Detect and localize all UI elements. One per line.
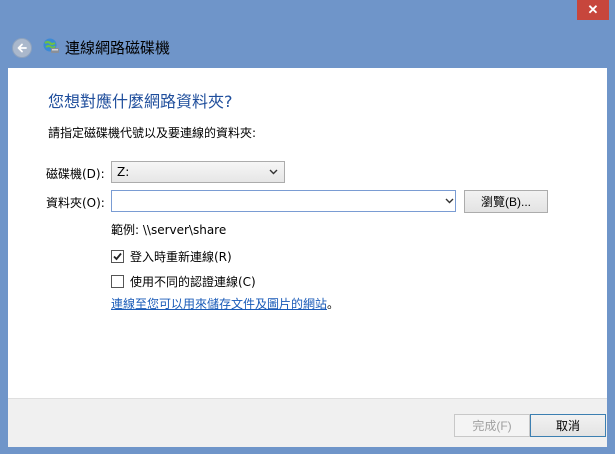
folder-input[interactable] (111, 190, 456, 212)
browse-button[interactable]: 瀏覽(B)... (464, 190, 548, 213)
website-link[interactable]: 連線至您可以用來儲存文件及圖片的網站 (111, 297, 327, 311)
different-credentials-label: 使用不同的認證連線(C) (130, 275, 256, 289)
network-drive-icon (43, 38, 59, 53)
button-bar: 完成(F) 取消 (8, 398, 607, 447)
different-credentials-checkbox[interactable]: 使用不同的認證連線(C) (111, 273, 256, 290)
folder-label: 資料夾(O): (46, 196, 105, 210)
website-link-row: 連線至您可以用來儲存文件及圖片的網站。 (111, 295, 339, 312)
map-network-drive-window: ✕ 連線網路磁碟機 您想對應什麼網路資料夾? 請指定磁碟機代號以及要連線的資料夾… (0, 0, 615, 454)
cancel-button[interactable]: 取消 (530, 414, 606, 437)
link-suffix: 。 (327, 297, 340, 311)
title-bar: ✕ 連線網路磁碟機 (0, 0, 615, 68)
wizard-title: 連線網路磁碟機 (65, 39, 171, 57)
drive-select[interactable]: Z: (111, 161, 285, 183)
different-credentials-checkbox-box[interactable] (111, 275, 124, 288)
drive-label: 磁碟機(D): (46, 167, 105, 181)
back-button[interactable] (12, 38, 32, 58)
reconnect-label: 登入時重新連線(R) (130, 250, 232, 264)
finish-button[interactable]: 完成(F) (454, 414, 530, 437)
chevron-down-icon[interactable] (445, 198, 454, 204)
chevron-down-icon (269, 169, 278, 175)
instruction-text: 請指定磁碟機代號以及要連線的資料夾: (48, 126, 257, 140)
reconnect-checkbox[interactable]: 登入時重新連線(R) (111, 248, 232, 265)
back-arrow-icon (17, 43, 27, 53)
example-text: 範例: \\server\share (111, 223, 227, 237)
drive-value: Z: (117, 165, 130, 179)
wizard-content: 您想對應什麼網路資料夾? 請指定磁碟機代號以及要連線的資料夾: 磁碟機(D): … (8, 68, 607, 398)
page-heading: 您想對應什麼網路資料夾? (48, 92, 233, 111)
reconnect-checkbox-box[interactable] (111, 250, 124, 263)
checkmark-icon (113, 252, 122, 261)
close-button[interactable]: ✕ (577, 0, 609, 20)
